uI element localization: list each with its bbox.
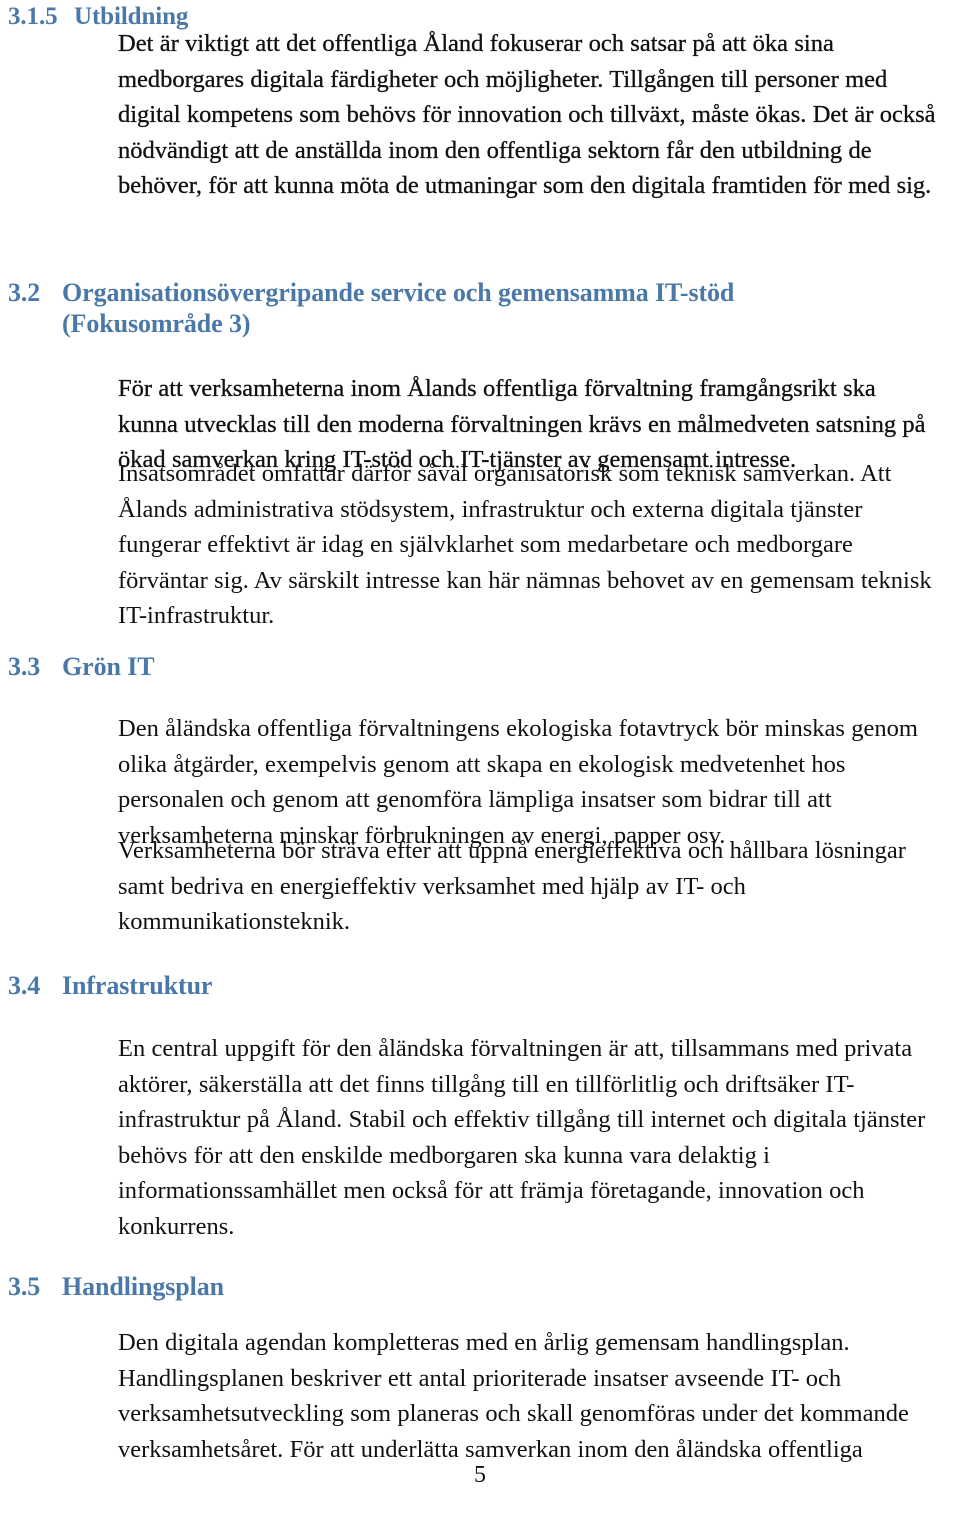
section-heading-3-3: 3.3 Grön IT — [8, 652, 155, 683]
section-title-3-4: Infrastruktur — [62, 971, 213, 1000]
paragraph-3-1-5-body: Det är viktigt att det offentliga Åland … — [118, 30, 936, 200]
section-title-3-3: Grön IT — [62, 652, 155, 681]
page-number: 5 — [474, 1462, 486, 1488]
section-number-3-3: 3.3 — [8, 652, 41, 681]
section-number-3-5: 3.5 — [8, 1272, 41, 1301]
section-heading-3-5: 3.5 Handlingsplan — [8, 1272, 224, 1303]
paragraph-3-2-body-part-2: Insatsområdet omfattar därför såväl orga… — [118, 460, 932, 630]
paragraph-3-5-body: Den digitala agendan kompletteras med en… — [118, 1329, 909, 1463]
section-number-3-1-5: 3.1.5 — [8, 3, 58, 30]
document-page: 3.1.5 Utbildning Det är viktigt att det … — [0, 0, 960, 1515]
section-heading-3-2: 3.2 Organisationsövergripande service oc… — [8, 278, 734, 339]
section-number-3-4: 3.4 — [8, 971, 41, 1000]
paragraph-3-3-body-part-2: Verksamheterna bör sträva efter att uppn… — [118, 837, 906, 936]
section-title-3-2: Organisationsövergripande service och ge… — [62, 278, 735, 338]
section-title-3-5: Handlingsplan — [62, 1272, 225, 1301]
paragraph-3-4-body: En central uppgift för den åländska förv… — [118, 1035, 926, 1240]
section-heading-3-4: 3.4 Infrastruktur — [8, 971, 212, 1002]
section-number-3-2: 3.2 — [8, 278, 41, 307]
